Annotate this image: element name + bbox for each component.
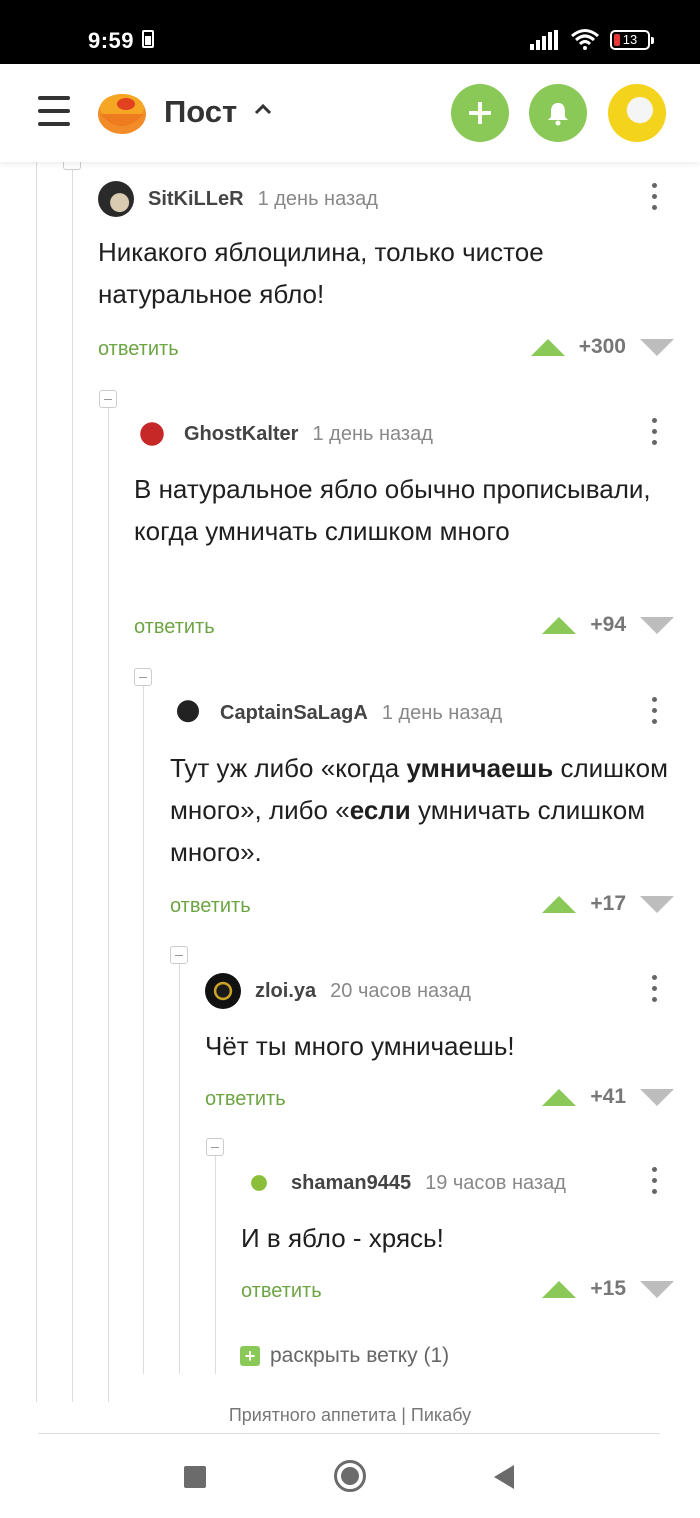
plus-icon: + bbox=[240, 1346, 260, 1366]
home-icon[interactable] bbox=[334, 1460, 366, 1492]
more-options-icon[interactable] bbox=[652, 975, 658, 1005]
avatar[interactable] bbox=[205, 973, 241, 1009]
comment-time: 19 часов назад bbox=[425, 1171, 566, 1194]
upvote-icon[interactable] bbox=[542, 616, 577, 634]
comment-score: +15 bbox=[590, 1277, 626, 1300]
reply-button[interactable]: ответить bbox=[98, 338, 179, 361]
collapse-toggle[interactable] bbox=[170, 946, 188, 964]
comment-text: Чёт ты много умничаешь! bbox=[205, 1031, 515, 1061]
vote-controls: +15 bbox=[542, 1277, 674, 1301]
plus-icon bbox=[469, 102, 491, 124]
comment-author[interactable]: CaptainSaLagA bbox=[220, 702, 368, 725]
comment-author[interactable]: SitKiLLeR bbox=[148, 188, 244, 211]
comment-score: +41 bbox=[590, 1085, 626, 1108]
battery-icon: 13 bbox=[610, 30, 654, 50]
comment-time: 20 часов назад bbox=[330, 979, 471, 1002]
status-bar: 9:59 13 bbox=[0, 0, 700, 64]
upvote-icon[interactable] bbox=[542, 1088, 577, 1106]
comment-text: И в ябло - хрясь! bbox=[241, 1223, 444, 1253]
comment-text-bold: если bbox=[349, 795, 411, 825]
more-options-icon[interactable] bbox=[652, 1167, 658, 1197]
thread-line bbox=[108, 400, 109, 1402]
comment-text-bold: умничаешь bbox=[406, 753, 554, 783]
comment-text: В натуральное ябло обычно прописывали, к… bbox=[134, 474, 651, 546]
upvote-icon[interactable] bbox=[530, 338, 565, 356]
downvote-icon[interactable] bbox=[640, 1280, 674, 1298]
avatar[interactable] bbox=[134, 416, 170, 452]
bell-icon bbox=[548, 103, 568, 126]
avatar[interactable] bbox=[98, 181, 134, 217]
downvote-icon[interactable] bbox=[640, 895, 674, 913]
chevron-up-icon[interactable] bbox=[252, 98, 274, 120]
expand-branch-label: раскрыть ветку (1) bbox=[270, 1344, 450, 1367]
comment-author[interactable]: zloi.ya bbox=[255, 980, 316, 1003]
comment: CaptainSaLagA 1 день назад Тут уж либо «… bbox=[170, 693, 700, 933]
recent-apps-icon[interactable] bbox=[184, 1466, 206, 1488]
expand-branch-button[interactable]: + раскрыть ветку (1) bbox=[240, 1344, 449, 1368]
battery-level: 13 bbox=[622, 32, 638, 47]
reply-button[interactable]: ответить bbox=[241, 1280, 322, 1303]
comment: GhostKalter 1 день назад В натуральное я… bbox=[134, 414, 700, 654]
downvote-icon[interactable] bbox=[640, 338, 674, 356]
downvote-icon[interactable] bbox=[640, 616, 674, 634]
charging-icon bbox=[142, 30, 154, 48]
page-title[interactable]: Пост bbox=[164, 94, 237, 130]
more-options-icon[interactable] bbox=[652, 183, 658, 213]
thread-line bbox=[36, 162, 37, 1402]
notifications-button[interactable] bbox=[529, 84, 587, 142]
avatar[interactable] bbox=[241, 1165, 277, 1201]
comment: shaman9445 19 часов назад И в ябло - хря… bbox=[241, 1163, 700, 1313]
wifi-icon bbox=[571, 29, 599, 50]
reply-button[interactable]: ответить bbox=[134, 616, 215, 639]
vote-controls: +41 bbox=[542, 1085, 674, 1109]
system-nav-bar bbox=[0, 1434, 700, 1518]
more-options-icon[interactable] bbox=[652, 697, 658, 727]
collapse-toggle[interactable] bbox=[206, 1138, 224, 1156]
signal-icon bbox=[530, 30, 558, 50]
vote-controls: +17 bbox=[542, 892, 674, 916]
back-icon[interactable] bbox=[494, 1465, 514, 1489]
user-avatar[interactable] bbox=[608, 84, 666, 142]
comment-author[interactable]: GhostKalter bbox=[184, 423, 298, 446]
pikabu-logo[interactable] bbox=[96, 88, 148, 136]
thread-line bbox=[179, 956, 180, 1374]
comment-text: Никакого яблоцилина, только чистое натур… bbox=[98, 237, 544, 309]
reply-button[interactable]: ответить bbox=[170, 895, 251, 918]
avatar[interactable] bbox=[170, 695, 206, 731]
more-options-icon[interactable] bbox=[652, 418, 658, 448]
comment: zloi.ya 20 часов назад Чёт ты много умни… bbox=[205, 971, 700, 1121]
comment-author[interactable]: shaman9445 bbox=[291, 1172, 411, 1195]
comment-text: Тут уж либо «когда умничаешь слишком мно… bbox=[170, 747, 670, 873]
vote-controls: +300 bbox=[530, 335, 674, 359]
comment-text-part: Тут уж либо «когда bbox=[170, 753, 407, 783]
thread-line bbox=[215, 1148, 216, 1374]
comment-score: +17 bbox=[590, 892, 626, 915]
app-header: Пост bbox=[0, 64, 700, 162]
comment-score: +300 bbox=[578, 335, 626, 358]
collapse-toggle[interactable] bbox=[99, 390, 117, 408]
menu-icon[interactable] bbox=[38, 96, 70, 126]
upvote-icon[interactable] bbox=[542, 895, 577, 913]
comment-time: 1 день назад bbox=[381, 701, 503, 724]
vote-controls: +94 bbox=[542, 613, 674, 637]
comment: SitKiLLeR 1 день назад Никакого яблоцили… bbox=[98, 179, 700, 379]
reply-button[interactable]: ответить bbox=[205, 1088, 286, 1111]
thread-line bbox=[143, 678, 144, 1374]
collapse-toggle[interactable] bbox=[134, 668, 152, 686]
thread-line bbox=[72, 162, 73, 1402]
add-post-button[interactable] bbox=[451, 84, 509, 142]
downvote-icon[interactable] bbox=[640, 1088, 674, 1106]
comment-time: 1 день назад bbox=[312, 422, 433, 445]
footer-text: Приятного аппетита | Пикабу bbox=[228, 1405, 472, 1425]
status-time: 9:59 bbox=[88, 28, 135, 53]
comment-time: 1 день назад bbox=[257, 187, 378, 210]
comment-score: +94 bbox=[590, 613, 626, 636]
upvote-icon[interactable] bbox=[542, 1280, 577, 1298]
